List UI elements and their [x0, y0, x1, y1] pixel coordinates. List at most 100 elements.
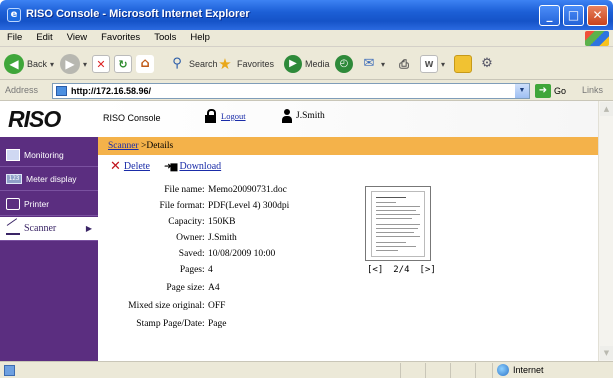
- detail-row: Saved: 10/08/2009 10:00: [178, 249, 276, 259]
- detail-row: Capacity: 150KB: [168, 217, 236, 227]
- back-arrow-icon: ◀: [4, 54, 24, 74]
- sidebar-item-scanner[interactable]: Scanner ▶: [0, 217, 98, 241]
- printer-icon: [6, 197, 20, 210]
- search-button[interactable]: ⚲ Search: [168, 53, 217, 75]
- detail-value: A4: [208, 283, 220, 293]
- sidebar-item-meter-display[interactable]: 123 Meter display: [0, 167, 98, 191]
- detail-value: Memo20090731.doc: [208, 185, 287, 195]
- maximize-button[interactable]: □: [563, 5, 584, 26]
- detail-value: 10/08/2009 10:00: [208, 249, 276, 259]
- prev-page-button[interactable]: [<]: [367, 265, 383, 275]
- minimize-button[interactable]: _: [539, 5, 560, 26]
- page-icon: [56, 86, 67, 96]
- history-button[interactable]: ◴: [335, 53, 353, 75]
- detail-value: PDF(Level 4) 300dpi: [208, 201, 290, 211]
- address-input[interactable]: http://172.16.58.96/ ▼: [52, 83, 530, 99]
- menu-favorites[interactable]: Favorites: [94, 30, 147, 43]
- menu-bar: File Edit View Favorites Tools Help: [0, 30, 613, 47]
- delete-button[interactable]: ✕ Delete: [110, 158, 150, 174]
- monitor-icon: [6, 148, 20, 161]
- refresh-icon: ↻: [114, 55, 132, 73]
- toolbar: ◀ Back ▾ ▶ ▾ ✕ ↻ ⌂ ⚲ Search ★ Favorites …: [0, 47, 613, 80]
- chevron-right-icon: ▶: [85, 224, 92, 233]
- close-button[interactable]: ✕: [587, 5, 608, 26]
- discuss-button[interactable]: [454, 53, 472, 75]
- delete-icon: ✕: [110, 158, 121, 174]
- app-header: RISO RISO Console Logout J.Smith: [0, 101, 598, 137]
- menu-view[interactable]: View: [60, 30, 94, 43]
- edit-button[interactable]: W ▾: [420, 53, 445, 75]
- logout-link[interactable]: Logout: [221, 111, 246, 121]
- home-button[interactable]: ⌂: [136, 53, 154, 75]
- go-label: Go: [554, 86, 567, 96]
- go-button[interactable]: ➜ Go: [535, 84, 566, 98]
- media-label: Media: [305, 59, 330, 69]
- detail-value: 4: [208, 265, 213, 275]
- user-info: J.Smith: [282, 109, 325, 123]
- menu-file[interactable]: File: [0, 30, 29, 43]
- sidebar-item-printer[interactable]: Printer: [0, 192, 98, 216]
- chevron-down-icon[interactable]: ▼: [515, 84, 529, 98]
- page-indicator: 2/4: [393, 265, 410, 275]
- sidebar-item-monitoring[interactable]: Monitoring: [0, 143, 98, 167]
- favorites-button[interactable]: ★ Favorites: [216, 53, 274, 75]
- console-title: RISO Console: [103, 113, 161, 123]
- links-button[interactable]: Links: [582, 85, 603, 95]
- delete-link[interactable]: Delete: [124, 161, 150, 172]
- download-button[interactable]: ➜▆ Download: [164, 161, 221, 172]
- messenger-icon: ⚙: [481, 56, 493, 71]
- action-bar: ✕ Delete ➜▆ Download: [110, 158, 221, 174]
- forward-button[interactable]: ▶ ▾: [60, 53, 87, 75]
- mail-button[interactable]: ✉ ▾: [360, 53, 385, 75]
- breadcrumb: Scanner >Details: [98, 137, 598, 155]
- globe-icon: [497, 364, 509, 376]
- detail-row: Stamp Page/Date: Page: [136, 319, 227, 329]
- status-divider: [450, 363, 451, 378]
- search-icon: ⚲: [172, 56, 182, 71]
- detail-row: Owner: J.Smith: [176, 233, 237, 243]
- status-divider: [492, 363, 493, 378]
- breadcrumb-scanner-link[interactable]: Scanner: [108, 141, 139, 151]
- download-icon: ➜▆: [164, 161, 178, 172]
- status-divider: [400, 363, 401, 378]
- menu-help[interactable]: Help: [183, 30, 217, 43]
- next-page-button[interactable]: [>]: [420, 265, 436, 275]
- menu-edit[interactable]: Edit: [29, 30, 59, 43]
- detail-label: Saved: [178, 249, 202, 259]
- sidebar-item-label: Monitoring: [24, 149, 64, 160]
- window-title-bar: e RISO Console - Microsoft Internet Expl…: [0, 0, 613, 30]
- stop-button[interactable]: ✕: [92, 53, 110, 75]
- favorites-label: Favorites: [237, 59, 275, 69]
- scroll-up-icon[interactable]: ▲: [600, 102, 613, 116]
- page-content: RISO RISO Console Logout J.Smith Monitor…: [0, 101, 598, 361]
- print-button[interactable]: ⎙: [395, 53, 413, 75]
- windows-logo-icon: [585, 31, 609, 46]
- forward-arrow-icon: ▶: [60, 54, 80, 74]
- page-thumbnail: [365, 186, 431, 261]
- menu-tools[interactable]: Tools: [147, 30, 183, 43]
- sidebar: Monitoring 123 Meter display Printer Sca…: [0, 137, 98, 361]
- detail-row: File name: Memo20090731.doc: [164, 185, 287, 195]
- user-name: J.Smith: [296, 111, 325, 121]
- media-icon: ▶: [284, 55, 302, 73]
- mail-icon: ✉: [363, 56, 375, 71]
- vertical-scrollbar[interactable]: ▲ ▼: [598, 101, 613, 361]
- history-icon: ◴: [335, 55, 353, 73]
- media-button[interactable]: ▶ Media: [284, 53, 330, 75]
- go-arrow-icon: ➜: [535, 84, 551, 98]
- detail-value: 150KB: [208, 217, 236, 227]
- refresh-button[interactable]: ↻: [114, 53, 132, 75]
- detail-value: Page: [208, 319, 227, 329]
- page-pager: [<] 2/4 [>]: [367, 265, 436, 275]
- messenger-button[interactable]: ⚙: [478, 53, 496, 75]
- detail-row: Mixed size original: OFF: [128, 301, 226, 311]
- meter-icon: 123: [6, 173, 22, 184]
- back-button[interactable]: ◀ Back ▾: [4, 53, 54, 75]
- user-icon: [282, 109, 292, 123]
- address-url: http://172.16.58.96/: [71, 86, 152, 96]
- download-link[interactable]: Download: [179, 161, 221, 172]
- address-bar: Address http://172.16.58.96/ ▼ ➜ Go Link…: [0, 80, 613, 101]
- stop-icon: ✕: [92, 55, 110, 73]
- status-divider: [425, 363, 426, 378]
- scroll-down-icon[interactable]: ▼: [600, 346, 613, 360]
